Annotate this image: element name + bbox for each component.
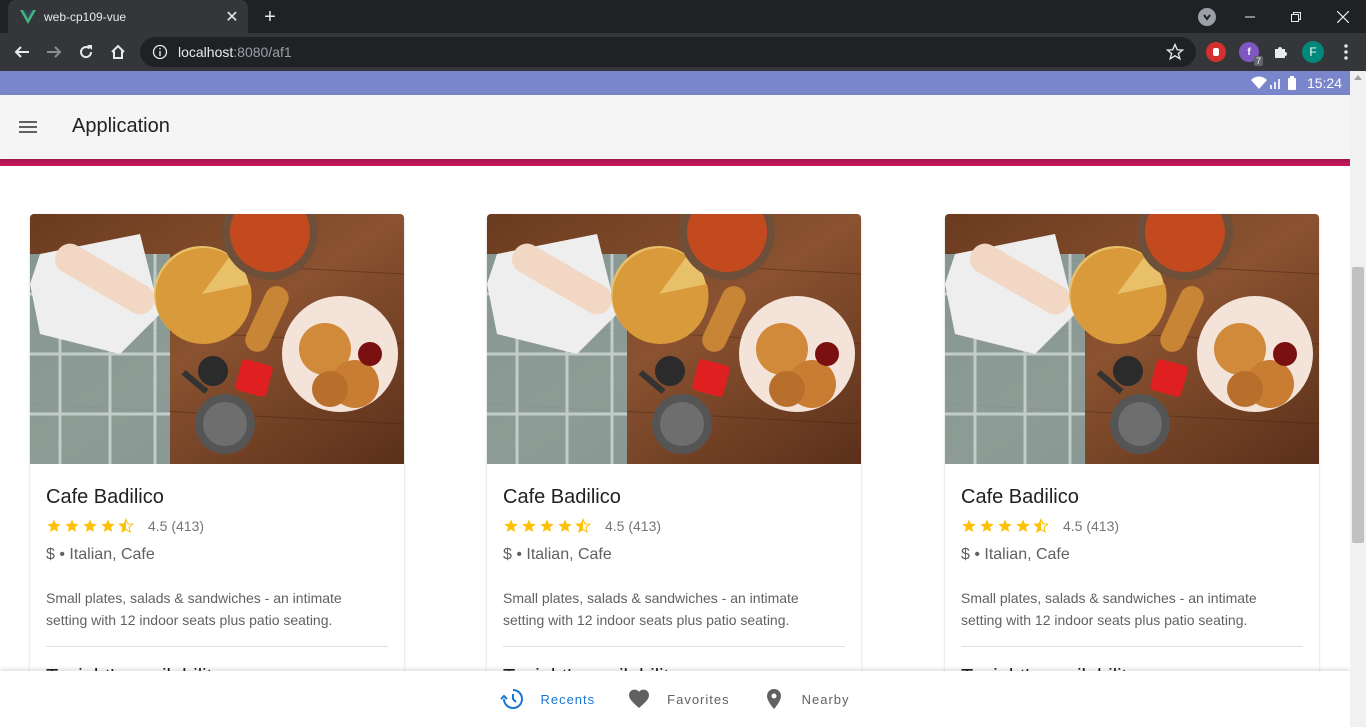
card-divider xyxy=(961,646,1303,647)
card-divider xyxy=(503,646,845,647)
restaurant-image xyxy=(30,214,404,464)
star-icon xyxy=(47,519,61,532)
star-icon xyxy=(118,518,134,534)
rating: 4.5 (413) xyxy=(503,518,661,534)
puzzle-extensions-icon[interactable] xyxy=(1270,42,1290,62)
restaurant-description: Small plates, salads & sandwiches - an i… xyxy=(961,590,1257,628)
browser-tab[interactable]: web-cp109-vue ✕ xyxy=(8,0,248,33)
browser-tab-strip: web-cp109-vue ✕ + xyxy=(0,0,1366,33)
bottom-navigation: Recents Favorites Nearby xyxy=(0,671,1350,727)
star-icon xyxy=(575,518,591,534)
star-icon xyxy=(998,519,1012,532)
nav-nearby[interactable]: Nearby xyxy=(746,671,866,727)
heart-icon xyxy=(629,689,650,708)
star-icon xyxy=(504,519,518,532)
extension-badge: 7 xyxy=(1253,56,1263,66)
restaurant-image xyxy=(945,214,1319,464)
star-icon xyxy=(558,519,572,532)
restaurant-card: Cafe Badilico 4.5 (413) $ • Italian, Caf… xyxy=(945,214,1319,727)
rating-text: 4.5 (413) xyxy=(1063,518,1120,534)
scrollbar-thumb[interactable] xyxy=(1352,267,1364,543)
new-tab-button[interactable]: + xyxy=(258,5,282,29)
wifi-icon xyxy=(1250,76,1267,90)
star-icon xyxy=(540,519,554,532)
app-bar: Application xyxy=(0,95,1350,159)
restaurant-card: Cafe Badilico 4.5 (413) $ • Italian, Caf… xyxy=(30,214,404,727)
vue-logo-icon xyxy=(20,9,36,25)
hamburger-menu-icon[interactable] xyxy=(16,115,40,139)
rating-text: 4.5 (413) xyxy=(148,518,205,534)
status-time: 15:24 xyxy=(1306,75,1342,91)
bookmark-star-icon[interactable] xyxy=(1165,42,1185,61)
tab-search-icon[interactable] xyxy=(1198,8,1216,26)
restaurant-card: Cafe Badilico 4.5 (413) $ • Italian, Caf… xyxy=(487,214,861,727)
profile-avatar[interactable]: F xyxy=(1302,41,1324,63)
home-icon[interactable] xyxy=(106,40,130,64)
rating: 4.5 (413) xyxy=(961,518,1119,534)
info-icon[interactable] xyxy=(152,44,168,60)
url-path: :8080/af1 xyxy=(233,44,292,60)
minimize-icon[interactable] xyxy=(1227,0,1273,33)
restaurant-name: Cafe Badilico xyxy=(46,486,164,508)
scroll-up-arrow-icon[interactable] xyxy=(1354,75,1362,80)
nav-favorites[interactable]: Favorites xyxy=(611,671,745,727)
restaurant-name: Cafe Badilico xyxy=(961,486,1079,508)
history-icon xyxy=(500,689,524,709)
restaurant-meta: $ • Italian, Cafe xyxy=(961,546,1070,563)
more-menu-icon[interactable] xyxy=(1334,40,1358,64)
restaurant-description: Small plates, salads & sandwiches - an i… xyxy=(46,590,342,628)
rating-text: 4.5 (413) xyxy=(605,518,662,534)
star-rating xyxy=(46,518,134,534)
address-bar[interactable]: localhost :8080/af1 xyxy=(140,37,1196,67)
reload-icon[interactable] xyxy=(74,40,98,64)
app-title: Application xyxy=(72,115,170,137)
adblock-extension-icon[interactable] xyxy=(1206,42,1226,62)
system-status-bar: 15:24 xyxy=(0,71,1350,95)
restaurant-description: Small plates, salads & sandwiches - an i… xyxy=(503,590,799,628)
restore-icon[interactable] xyxy=(1273,0,1319,33)
extension-icon[interactable]: f 7 xyxy=(1239,42,1263,66)
page-scrollbar[interactable] xyxy=(1350,71,1366,727)
rating: 4.5 (413) xyxy=(46,518,204,534)
star-icon xyxy=(962,519,976,532)
nav-recents[interactable]: Recents xyxy=(484,671,611,727)
close-tab-icon[interactable]: ✕ xyxy=(222,7,242,27)
browser-toolbar: localhost :8080/af1 f 7 F xyxy=(0,33,1366,71)
star-icon xyxy=(980,519,994,532)
card-divider xyxy=(46,646,388,647)
forward-icon[interactable] xyxy=(42,40,66,64)
url-host: localhost xyxy=(178,44,234,60)
page-viewport: 15:24 Application Cafe Badilico 4.5 (413… xyxy=(0,71,1350,727)
map-marker-icon xyxy=(766,689,781,709)
star-icon xyxy=(65,519,79,532)
star-rating xyxy=(961,518,1049,534)
tab-title: web-cp109-vue xyxy=(44,9,127,24)
nav-label: Recents xyxy=(540,691,596,707)
signal-icon xyxy=(1269,76,1283,90)
restaurant-meta: $ • Italian, Cafe xyxy=(503,546,612,563)
accent-bar xyxy=(0,159,1350,166)
restaurant-name: Cafe Badilico xyxy=(503,486,621,508)
restaurant-image xyxy=(487,214,861,464)
star-icon xyxy=(1033,518,1049,534)
star-icon xyxy=(1016,519,1030,532)
star-icon xyxy=(522,519,536,532)
star-rating xyxy=(503,518,591,534)
window-close-icon[interactable] xyxy=(1320,0,1366,33)
restaurant-meta: $ • Italian, Cafe xyxy=(46,546,155,563)
battery-icon xyxy=(1287,76,1301,90)
star-icon xyxy=(101,519,115,532)
nav-label: Nearby xyxy=(801,691,850,707)
star-icon xyxy=(83,519,97,532)
back-icon[interactable] xyxy=(10,40,34,64)
nav-label: Favorites xyxy=(667,691,730,707)
